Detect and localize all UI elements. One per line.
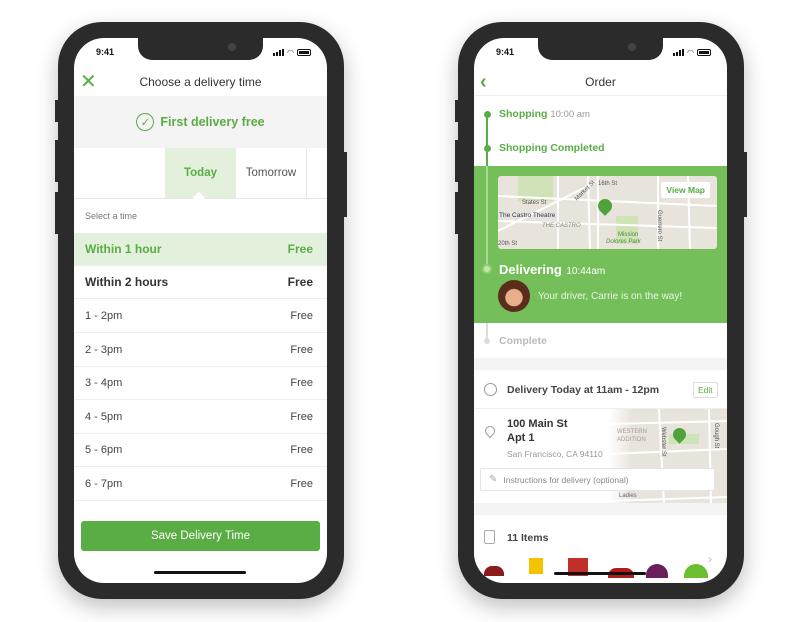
status-icons: ◠ xyxy=(673,48,711,57)
delivering-panel: Market St 16th St States St The Castro T… xyxy=(474,166,727,323)
time-option[interactable]: 3 - 4pm Free xyxy=(74,367,327,400)
timeline-complete: Complete xyxy=(499,335,547,347)
edit-icon: ✎ xyxy=(489,474,498,485)
driver-avatar xyxy=(498,280,530,312)
save-delivery-time-button[interactable]: Save Delivery Time xyxy=(81,521,320,551)
item-count: 11 Items xyxy=(507,532,549,544)
map-label: Ladies xyxy=(619,493,637,499)
item-thumbnails[interactable]: › xyxy=(484,552,714,578)
timeline-shopping: Shopping 10:00 am xyxy=(499,108,590,120)
bag-icon xyxy=(484,530,495,544)
day-tabs: Today Tomorrow xyxy=(74,148,327,205)
address: 100 Main St Apt 1 San Francisco, CA 9411… xyxy=(507,418,603,459)
battery-icon xyxy=(697,49,711,56)
status-icons: ◠ xyxy=(273,48,311,57)
page-title: Order xyxy=(585,75,616,89)
banner-text: First delivery free xyxy=(160,115,265,129)
time-option-within-1-hour[interactable]: Within 1 hour Free xyxy=(74,233,327,266)
item-thumbnail xyxy=(529,558,543,574)
page-title: Choose a delivery time xyxy=(139,75,262,89)
driver-message: Your driver, Carrie is on the way! xyxy=(538,291,683,302)
home-indicator xyxy=(554,572,646,575)
signal-icon xyxy=(673,49,685,56)
item-thumbnail xyxy=(646,564,668,578)
map-preview[interactable]: Market St 16th St States St The Castro T… xyxy=(498,176,717,249)
wifi-icon: ◠ xyxy=(287,48,294,57)
map-label: Guerrero St xyxy=(656,210,662,242)
check-circle-icon: ✓ xyxy=(136,113,155,131)
view-map-button[interactable]: View Map xyxy=(661,182,710,198)
signal-icon xyxy=(273,49,285,56)
timeline-delivering: Delivering 10:44am xyxy=(499,262,606,277)
status-time: 9:41 xyxy=(96,47,115,57)
status-time: 9:41 xyxy=(496,47,515,57)
timeline-dot xyxy=(483,111,491,118)
tab-tomorrow[interactable]: Tomorrow xyxy=(236,148,307,198)
time-option[interactable]: 2 - 3pm Free xyxy=(74,334,327,367)
order-screen: 9:41 ◠ ‹ Order Shopping 10:00 am Shoppin… xyxy=(474,38,727,583)
time-option[interactable]: 1 - 2pm Free xyxy=(74,300,327,333)
time-option[interactable]: 6 - 7pm Free xyxy=(74,468,327,501)
item-thumbnail xyxy=(484,566,504,576)
delivery-time-screen: 9:41 ◠ ✕ Choose a delivery time ✓ First … xyxy=(74,38,327,583)
time-option[interactable]: 5 - 6pm Free xyxy=(74,434,327,467)
timeline-shopping-completed: Shopping Completed xyxy=(499,142,605,154)
item-thumbnail xyxy=(684,564,708,578)
time-option[interactable]: 4 - 5pm Free xyxy=(74,401,327,434)
map-label: Gough St xyxy=(713,423,719,449)
map-label: Webster St xyxy=(660,427,666,457)
clock-icon xyxy=(484,383,497,396)
location-pin-icon xyxy=(482,423,498,439)
home-indicator xyxy=(154,571,246,574)
free-delivery-banner: ✓ First delivery free xyxy=(74,96,327,148)
timeline-dot xyxy=(483,145,491,152)
time-option-within-2-hours[interactable]: Within 2 hours Free xyxy=(74,266,327,299)
phone-right: 9:41 ◠ ‹ Order Shopping 10:00 am Shoppin… xyxy=(455,22,747,599)
instructions-input[interactable]: ✎ Instructions for delivery (optional) xyxy=(480,468,715,491)
chevron-right-icon: › xyxy=(708,552,712,566)
phone-left: 9:41 ◠ ✕ Choose a delivery time ✓ First … xyxy=(55,22,347,599)
timeline-dot-current xyxy=(482,264,492,274)
wifi-icon: ◠ xyxy=(687,48,694,57)
edit-button[interactable]: Edit xyxy=(693,382,718,398)
delivery-window: Delivery Today at 11am - 12pm xyxy=(507,384,660,396)
section-label: Select a time xyxy=(85,211,138,221)
battery-icon xyxy=(297,49,311,56)
